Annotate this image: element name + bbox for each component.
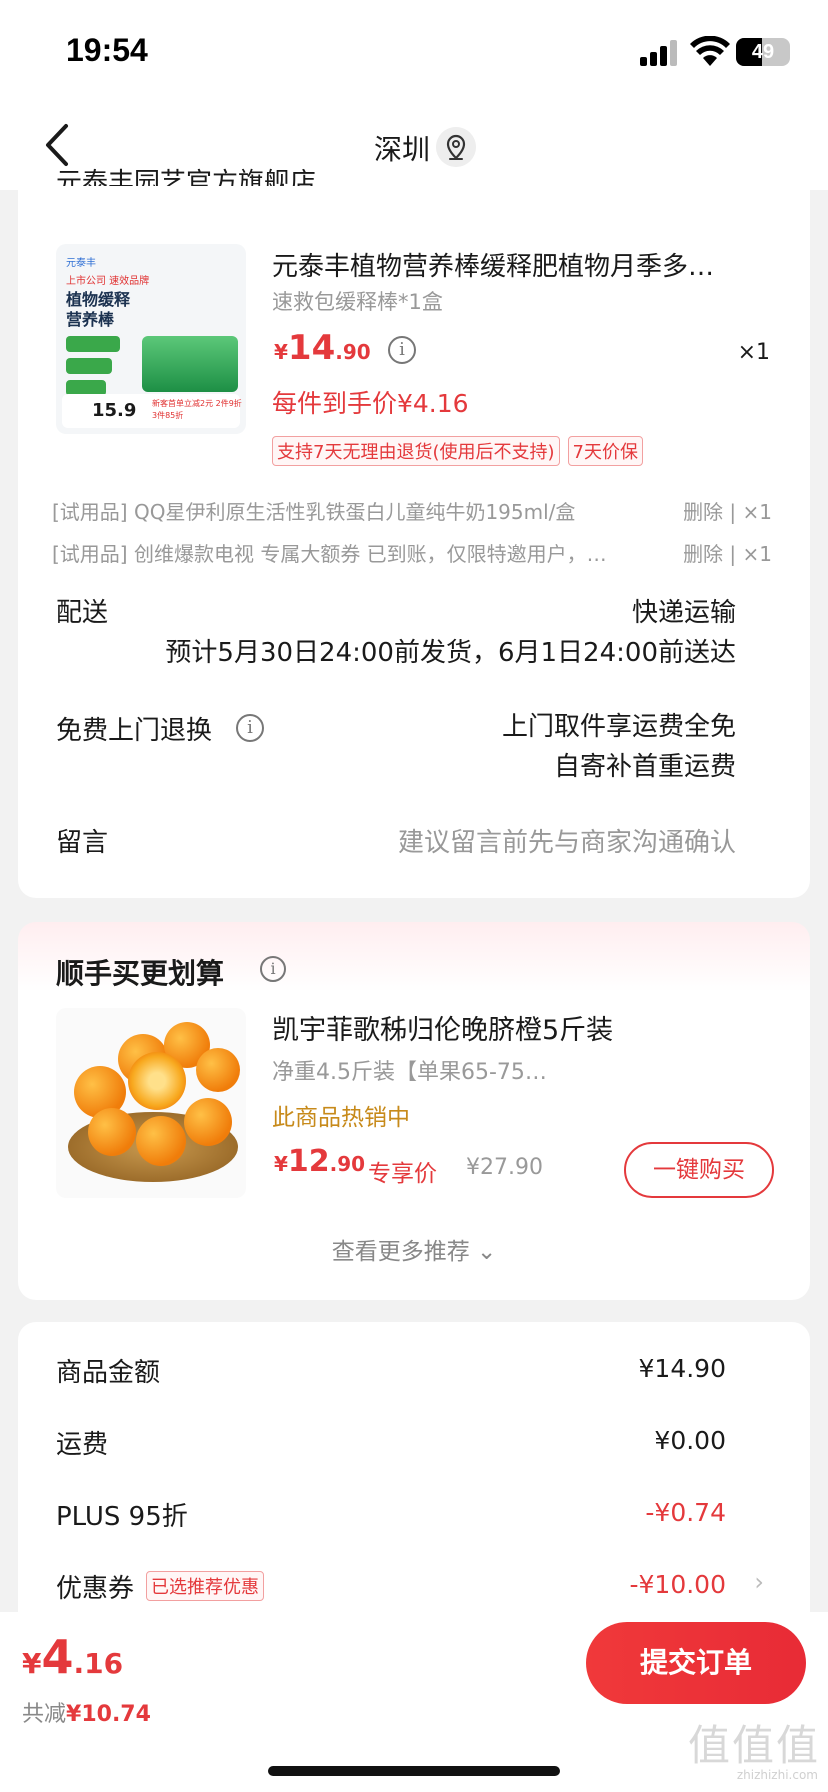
plus-discount-label: PLUS 95折 [56, 1502, 188, 1532]
return-service-line2: 自寄补首重运费 [553, 752, 736, 782]
recommend-exclusive-label: 专享价 [368, 1161, 437, 1187]
watermark-logo: 值值值 [687, 1721, 820, 1770]
coupon-value: -¥10.00 [629, 1570, 727, 1599]
coupon-row[interactable]: 优惠券 已选推荐优惠 [56, 1568, 265, 1605]
more-recommend-button[interactable]: 查看更多推荐 ⌄ [18, 1232, 810, 1266]
return-info-icon[interactable]: i [236, 714, 264, 742]
battery-icon: 49 [736, 38, 790, 66]
watermark-url: zhizhizhi.com [736, 1768, 818, 1782]
shop-name[interactable]: 元泰丰园艺官方旗舰店 [56, 156, 316, 186]
message-label: 留言 [56, 828, 109, 858]
saved-amount: 共减¥10.74 [22, 1702, 151, 1727]
location-icon[interactable] [436, 127, 476, 167]
submit-order-button[interactable]: 提交订单 [586, 1622, 806, 1704]
delivery-eta: 预计5月30日24:00前发货，6月1日24:00前送达 [165, 638, 736, 668]
price-protect-badge: 7天价保 [567, 436, 643, 466]
total-price: ¥4.16 [22, 1630, 124, 1684]
recommend-card: 顺手买更划算 i 凯宇菲歌秭归伦晚脐橙5斤装 净重4.5斤装【单果65-75… … [18, 922, 810, 1300]
product-image-headline: 植物缓释 营养棒 [66, 290, 131, 329]
product-spec: 速救包缓释棒*1盒 [272, 290, 443, 314]
shipping-label: 运费 [56, 1430, 109, 1460]
status-bar: 19:54 49 [0, 0, 828, 100]
recommend-title: 顺手买更划算 [56, 957, 225, 990]
recommend-image[interactable] [56, 1008, 246, 1198]
order-card: 元泰丰园艺官方旗舰店 元泰丰 上市公司 速效品牌 植物缓释 营养棒 15.9 新… [18, 168, 810, 898]
service-badges: 支持7天无理由退货(使用后不支持) 7天价保 [272, 436, 651, 466]
trial-item: [试用品] 创维爆款电视 专属大额券 已到账，仅限特邀用户，… 删除 | ×1 [52, 538, 772, 567]
battery-level: 49 [751, 41, 775, 63]
goods-amount-value: ¥14.90 [638, 1354, 726, 1383]
trial-delete-button[interactable]: 删除 | ×1 [683, 538, 772, 567]
shipping-value: ¥0.00 [654, 1426, 726, 1455]
product-image-tag: 上市公司 速效品牌 [66, 276, 150, 287]
trial-item: [试用品] QQ星伊利原生活性乳铁蛋白儿童纯牛奶195ml/盒 删除 | ×1 [52, 496, 772, 525]
return-service-label: 免费上门退换 [56, 716, 213, 746]
delivery-label: 配送 [56, 598, 109, 628]
status-time: 19:54 [66, 32, 148, 68]
recommend-price: ¥12.90 [274, 1144, 366, 1179]
chevron-right-icon[interactable]: › [754, 1568, 764, 1596]
recommend-item-title[interactable]: 凯宇菲歌秭归伦晚脐橙5斤装 [272, 1008, 613, 1047]
bottom-bar: ¥4.16 共减¥10.74 提交订单 值值值 zhizhizhi.com [0, 1612, 828, 1792]
coupon-label: 优惠券 [56, 1574, 135, 1604]
plus-discount-value: -¥0.74 [645, 1498, 726, 1527]
delivery-method[interactable]: 快递运输 [632, 592, 736, 629]
product-image-promo: 新客首单立减2元 2件9折 3件85折 [152, 399, 242, 420]
signal-icon [640, 40, 680, 66]
wifi-icon [690, 36, 730, 66]
product-price: ¥14.90 [274, 328, 371, 368]
unit-price: 每件到手价¥4.16 [272, 389, 469, 418]
recommend-original-price: ¥27.90 [466, 1155, 543, 1180]
product-image-brand: 元泰丰 [66, 258, 96, 269]
message-input[interactable]: 建议留言前先与商家沟通确认 [398, 822, 736, 859]
recommend-item-spec: 净重4.5斤装【单果65-75… [272, 1060, 547, 1085]
recommend-item-hot: 此商品热销中 [272, 1105, 410, 1131]
trial-delete-button[interactable]: 删除 | ×1 [683, 496, 772, 525]
product-title[interactable]: 元泰丰植物营养棒缓释肥植物月季多… [272, 246, 762, 283]
home-indicator[interactable] [268, 1766, 560, 1776]
recommend-info-icon[interactable]: i [260, 956, 286, 982]
goods-amount-label: 商品金额 [56, 1358, 161, 1388]
price-info-icon[interactable]: i [388, 336, 416, 364]
return-service-line1: 上门取件享运费全免 [501, 712, 736, 742]
return-badge: 支持7天无理由退货(使用后不支持) [272, 436, 560, 466]
coupon-tag: 已选推荐优惠 [146, 1571, 265, 1601]
one-click-buy-button[interactable]: 一键购买 [624, 1142, 774, 1198]
product-quantity: ×1 [737, 340, 770, 365]
product-image[interactable]: 元泰丰 上市公司 速效品牌 植物缓释 营养棒 15.9 新客首单立减2元 2件9… [56, 244, 246, 434]
product-image-price: 15.9 [92, 400, 137, 421]
